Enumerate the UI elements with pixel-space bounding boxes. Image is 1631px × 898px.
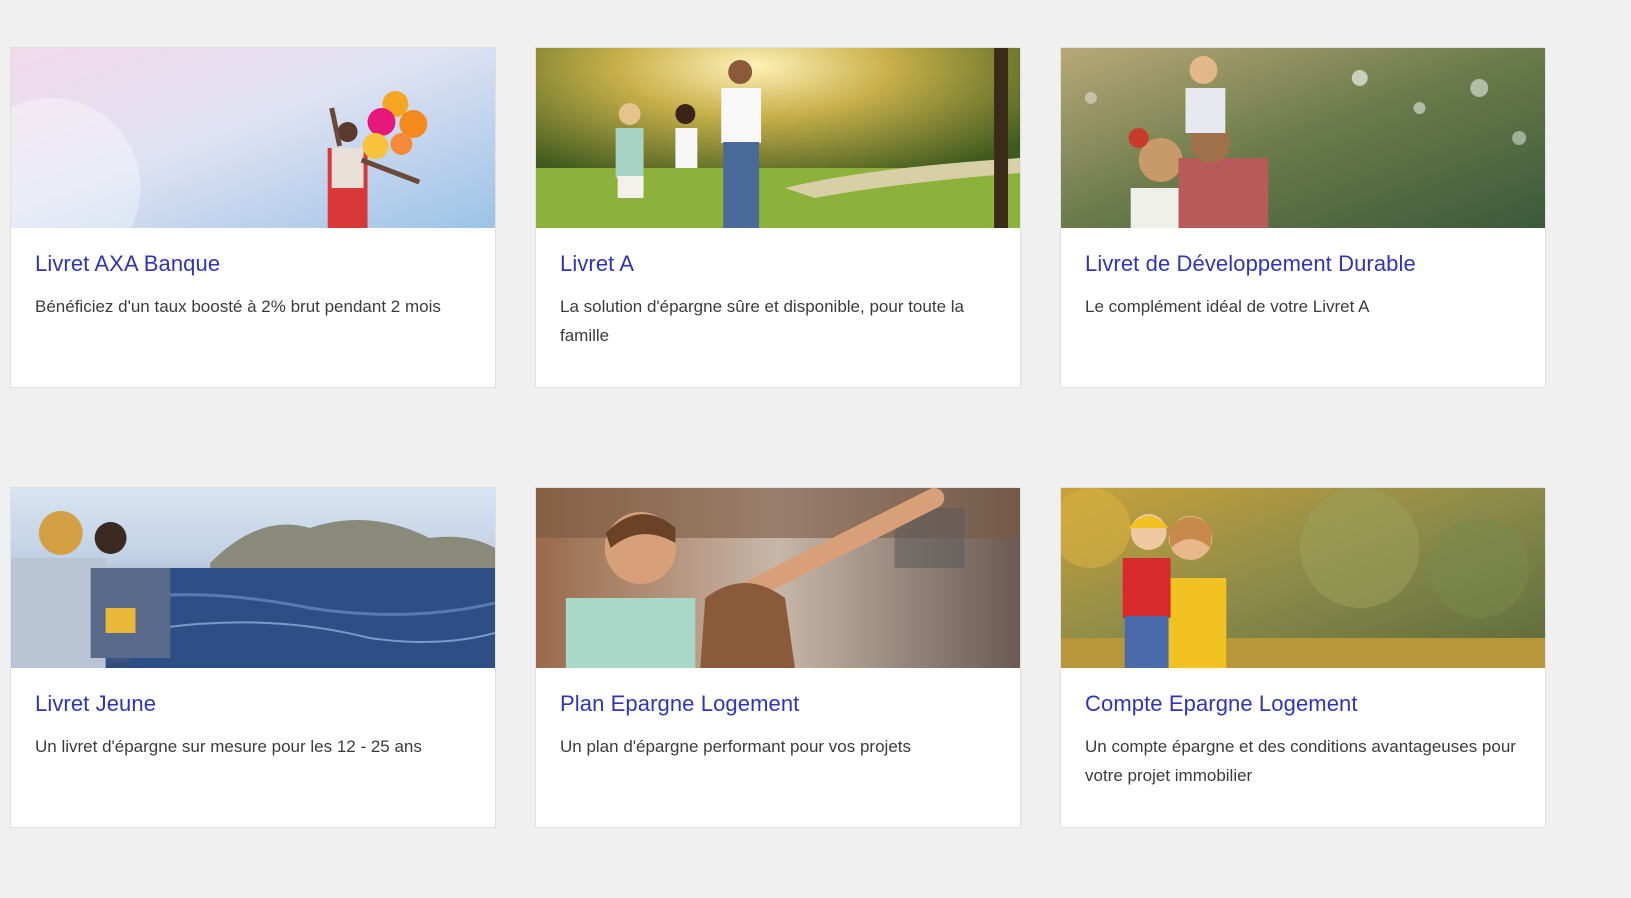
card-title[interactable]: Livret A: [560, 250, 1020, 278]
product-card-livret-a[interactable]: Livret A La solution d'épargne sûre et d…: [535, 47, 1021, 388]
family-child-on-shoulders-photo: [1061, 48, 1545, 228]
product-card-plan-epargne-logement[interactable]: Plan Epargne Logement Un plan d'épargne …: [535, 487, 1021, 828]
card-description: Un compte épargne et des conditions avan…: [1085, 737, 1516, 785]
card-title[interactable]: Livret Jeune: [35, 690, 495, 718]
card-description: Le complément idéal de votre Livret A: [1085, 297, 1370, 316]
couple-pointing-photo: [536, 488, 1020, 668]
product-card-livret-developpement-durable[interactable]: Livret de Développement Durable Le compl…: [1060, 47, 1546, 388]
mother-and-child-autumn-photo: [1061, 488, 1545, 668]
product-card-compte-epargne-logement[interactable]: Compte Epargne Logement Un compte épargn…: [1060, 487, 1546, 828]
woman-with-balloons-photo: [11, 48, 495, 228]
card-description: La solution d'épargne sûre et disponible…: [560, 297, 964, 345]
friends-by-the-sea-photo: [11, 488, 495, 668]
card-title[interactable]: Compte Epargne Logement: [1085, 690, 1545, 718]
card-title[interactable]: Livret de Développement Durable: [1085, 250, 1545, 278]
product-card-livret-axa-banque[interactable]: Livret AXA Banque Bénéficiez d'un taux b…: [10, 47, 496, 388]
card-description: Bénéficiez d'un taux boosté à 2% brut pe…: [35, 297, 441, 316]
card-title[interactable]: Livret AXA Banque: [35, 250, 495, 278]
card-description: Un plan d'épargne performant pour vos pr…: [560, 737, 912, 756]
family-walking-in-park-photo: [536, 48, 1020, 228]
product-card-livret-jeune[interactable]: Livret Jeune Un livret d'épargne sur mes…: [10, 487, 496, 828]
card-title[interactable]: Plan Epargne Logement: [560, 690, 1020, 718]
card-description: Un livret d'épargne sur mesure pour les …: [35, 737, 422, 756]
